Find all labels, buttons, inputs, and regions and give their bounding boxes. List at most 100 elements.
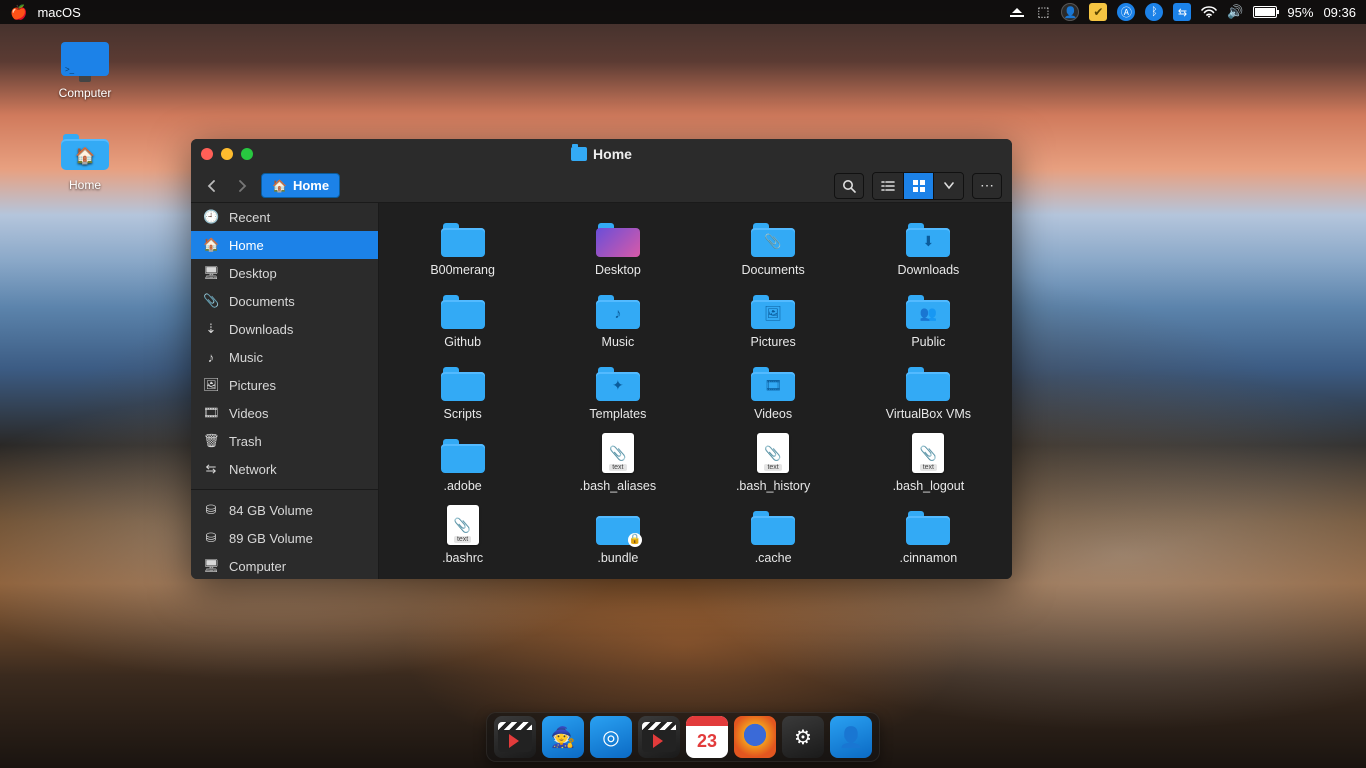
window-maximize-button[interactable] [241, 148, 253, 160]
file-item[interactable]: 📎text.bash_aliases [544, 431, 691, 493]
sidebar-icon: ♪ [203, 350, 219, 365]
hamburger-menu-button[interactable]: ⋯ [972, 173, 1002, 199]
folder-icon: ♪ [596, 295, 640, 329]
dock-wizard[interactable]: 🧙 [542, 716, 584, 758]
file-item[interactable]: ♪ Music [544, 287, 691, 349]
view-list-button[interactable] [873, 173, 903, 199]
sidebar-item-network[interactable]: ⇆Network [191, 455, 378, 483]
file-item[interactable]: Scripts [389, 359, 536, 421]
sidebar-label: Trash [229, 434, 262, 449]
user-icon[interactable]: 👤 [1061, 3, 1079, 21]
file-item[interactable]: 📎Documents [700, 215, 847, 277]
sidebar-device[interactable]: ⛁84 GB Volume [191, 496, 378, 524]
file-item[interactable]: VirtualBox VMs [855, 359, 1002, 421]
file-item[interactable]: 📎text.bash_history [700, 431, 847, 493]
file-item-label: Videos [754, 407, 792, 421]
text-file-icon: 📎text [912, 433, 944, 473]
apple-menu-icon[interactable]: 🍎 [10, 4, 27, 21]
file-item[interactable]: .adobe [389, 431, 536, 493]
window-switcher-icon[interactable]: ⬚ [1035, 4, 1051, 20]
folder-icon [441, 439, 485, 473]
eject-icon[interactable] [1009, 4, 1025, 20]
sidebar-label: Computer [229, 559, 286, 574]
file-item-label: B00merang [430, 263, 495, 277]
sidebar-item-recent[interactable]: 🕘Recent [191, 203, 378, 231]
sidebar: 🕘Recent🏠Home🖥Desktop📎Documents⇣Downloads… [191, 203, 379, 579]
file-item[interactable]: Desktop [544, 215, 691, 277]
sidebar-icon: 🎞 [203, 405, 219, 421]
file-item-label: .adobe [444, 479, 482, 493]
sidebar-label: Documents [229, 294, 295, 309]
menubar-title[interactable]: macOS [37, 5, 80, 20]
dock-firefox[interactable] [734, 716, 776, 758]
shield-icon[interactable]: ✔ [1089, 3, 1107, 21]
file-item-label: Desktop [595, 263, 641, 277]
bluetooth-icon[interactable]: ᛒ [1145, 3, 1163, 21]
sidebar-icon: 🖥 [203, 265, 219, 281]
sidebar-item-videos[interactable]: 🎞Videos [191, 399, 378, 427]
sidebar-device[interactable]: ⛁89 GB Volume [191, 524, 378, 552]
file-item[interactable]: .cinnamon [855, 503, 1002, 565]
window-titlebar[interactable]: Home [191, 139, 1012, 169]
sidebar-item-desktop[interactable]: 🖥Desktop [191, 259, 378, 287]
file-item[interactable]: 📎text.bashrc [389, 503, 536, 565]
file-item-label: .bundle [597, 551, 638, 565]
dock-settings[interactable]: ⚙ [782, 716, 824, 758]
file-item-label: Music [602, 335, 635, 349]
sidebar-item-downloads[interactable]: ⇣Downloads [191, 315, 378, 343]
file-item-label: Github [444, 335, 481, 349]
sidebar-device[interactable]: 🖥Computer [191, 552, 378, 579]
file-item[interactable]: B00merang [389, 215, 536, 277]
window-close-button[interactable] [201, 148, 213, 160]
nav-back-button[interactable] [201, 175, 223, 197]
toolbar: 🏠 Home ⋯ [191, 169, 1012, 203]
clock[interactable]: 09:36 [1323, 5, 1356, 20]
path-chip-home[interactable]: 🏠 Home [261, 173, 340, 198]
dock-steam[interactable]: ◎ [590, 716, 632, 758]
file-item[interactable]: 📎text.bash_logout [855, 431, 1002, 493]
battery-icon[interactable] [1253, 6, 1277, 18]
file-manager-window: Home 🏠 Home [191, 139, 1012, 579]
folder-icon [441, 367, 485, 401]
file-item[interactable]: .bundle [544, 503, 691, 565]
window-minimize-button[interactable] [221, 148, 233, 160]
file-item[interactable]: .cache [700, 503, 847, 565]
file-item-label: Templates [589, 407, 646, 421]
file-item[interactable]: 🖼Pictures [700, 287, 847, 349]
sidebar-item-documents[interactable]: 📎Documents [191, 287, 378, 315]
file-item-label: .bash_aliases [580, 479, 656, 493]
view-mode-group [872, 172, 964, 200]
sidebar-icon: 🕘 [203, 209, 219, 225]
text-file-icon: 📎text [447, 505, 479, 545]
wifi-icon[interactable] [1201, 4, 1217, 20]
desktop-icon-label: Home [40, 178, 130, 192]
sidebar-item-home[interactable]: 🏠Home [191, 231, 378, 259]
file-item[interactable]: ✦Templates [544, 359, 691, 421]
file-item[interactable]: Github [389, 287, 536, 349]
teamviewer-icon[interactable]: ⇆ [1173, 3, 1191, 21]
sidebar-item-trash[interactable]: 🗑Trash [191, 427, 378, 455]
dock-downloader[interactable]: 👤 [830, 716, 872, 758]
dock-video-player[interactable] [638, 716, 680, 758]
view-options-button[interactable] [933, 173, 963, 199]
dock-calendar[interactable]: 23 [686, 716, 728, 758]
file-item[interactable]: 🎞 Videos [700, 359, 847, 421]
sidebar-item-music[interactable]: ♪Music [191, 343, 378, 371]
desktop-icon-home[interactable]: 🏠Home [40, 134, 130, 192]
file-item-label: .cache [755, 551, 792, 565]
desktop-icon-computer[interactable]: Computer [40, 42, 130, 100]
folder-icon: ⬇ [906, 223, 950, 257]
nav-forward-button[interactable] [231, 175, 253, 197]
appstore-icon[interactable]: Ⓐ [1117, 3, 1135, 21]
folder-icon [596, 223, 640, 257]
view-grid-button[interactable] [903, 173, 933, 199]
sidebar-item-pictures[interactable]: 🖼Pictures [191, 371, 378, 399]
dock-media-player[interactable] [494, 716, 536, 758]
file-item[interactable]: ⬇Downloads [855, 215, 1002, 277]
path-label: Home [293, 178, 329, 193]
file-item[interactable]: 👥Public [855, 287, 1002, 349]
volume-icon[interactable]: 🔊 [1227, 4, 1243, 20]
folder-icon: 🎞 [751, 367, 795, 401]
content-area[interactable]: B00merang Desktop 📎Documents⬇Downloads Gith… [379, 203, 1012, 579]
search-button[interactable] [834, 173, 864, 199]
